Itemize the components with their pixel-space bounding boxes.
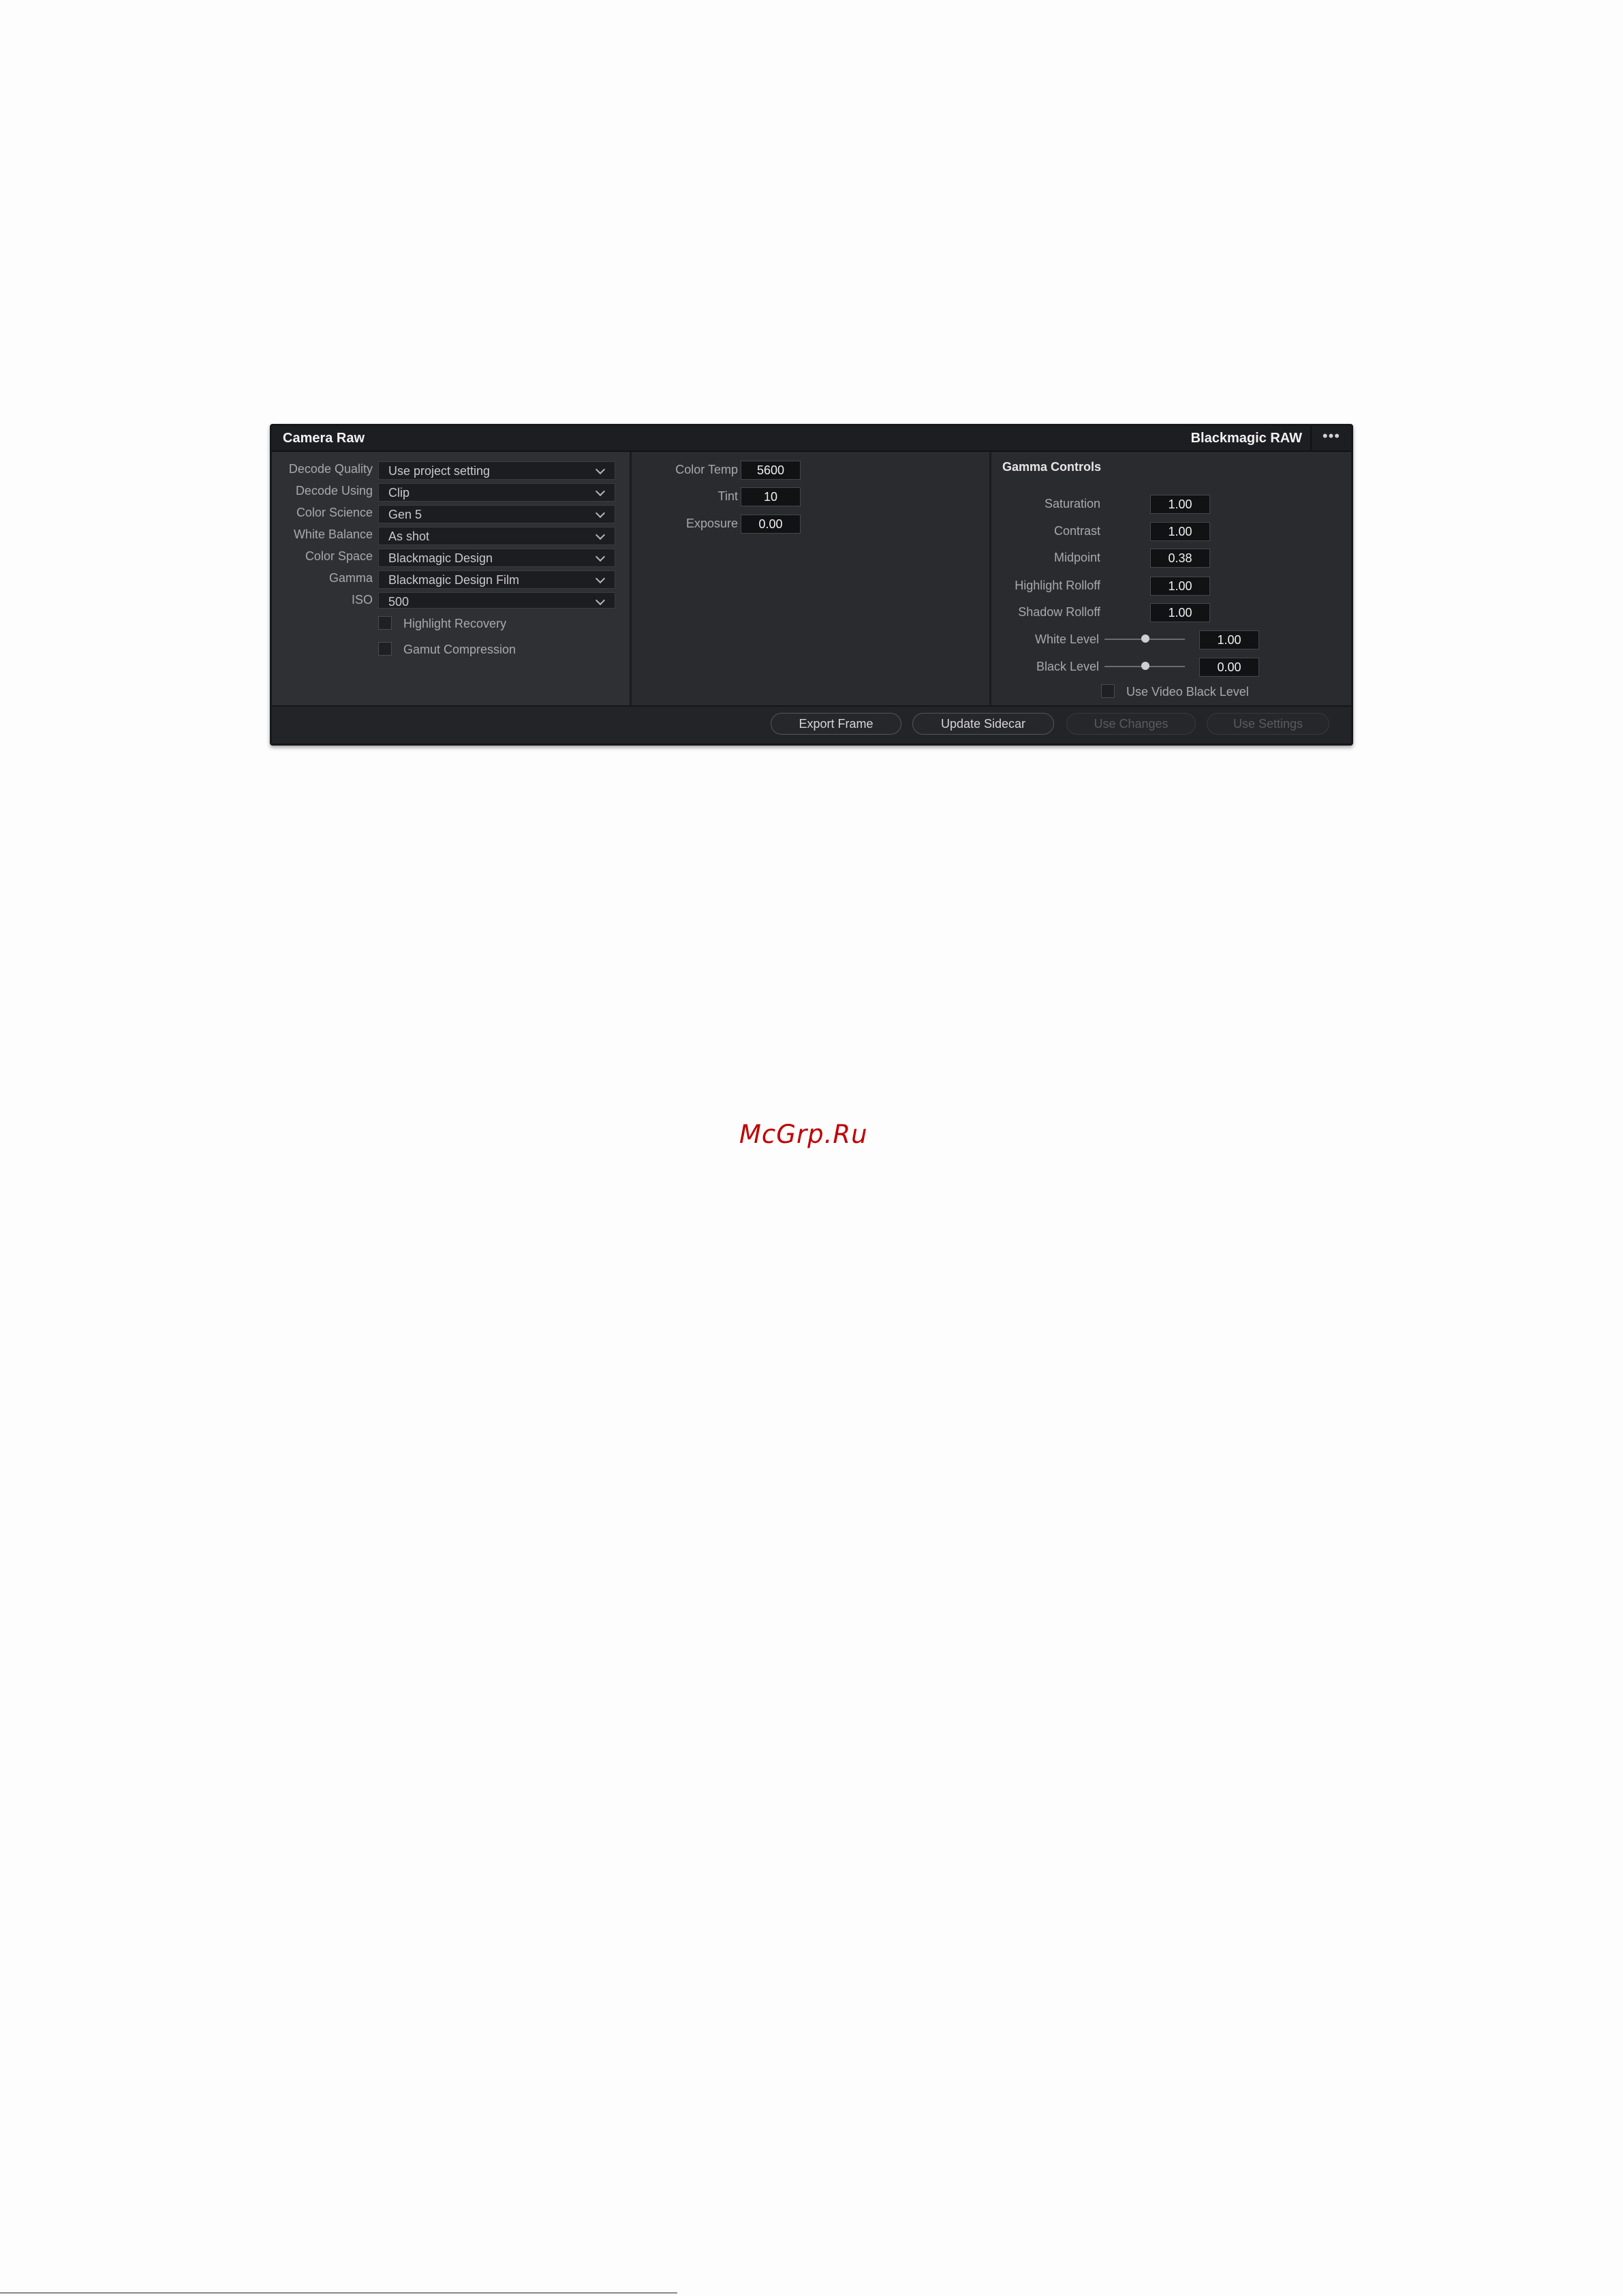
- gamma-dropdown[interactable]: Blackmagic Design Film: [378, 570, 615, 589]
- chevron-down-icon: [595, 551, 606, 562]
- highlight-rolloff-label: Highlight Rolloff: [1015, 579, 1100, 592]
- color-temp-label: Color Temp: [675, 463, 738, 476]
- chevron-down-icon: [595, 595, 606, 606]
- dropdown-value: As shot: [388, 530, 430, 543]
- iso-dropdown[interactable]: 500: [378, 592, 615, 609]
- panel-footer: Export Frame Update Sidecar Use Changes …: [272, 705, 1351, 744]
- white-level-label: White Level: [1034, 632, 1099, 646]
- white-balance-label: White Balance: [293, 527, 373, 541]
- decode-using-label: Decode Using: [295, 484, 373, 498]
- decode-using-dropdown[interactable]: Clip: [378, 483, 615, 502]
- color-science-dropdown[interactable]: Gen 5: [378, 505, 615, 523]
- highlight-rolloff-field[interactable]: 1.00: [1150, 577, 1210, 596]
- highlight-recovery-checkbox[interactable]: [378, 616, 392, 630]
- dropdown-value: Clip: [388, 486, 410, 500]
- more-options-icon[interactable]: •••: [1323, 427, 1340, 445]
- chevron-down-icon: [595, 508, 606, 519]
- watermark-text: McGrp.Ru: [739, 1120, 868, 1149]
- white-balance-dropdown[interactable]: As shot: [378, 527, 615, 545]
- saturation-field[interactable]: 1.00: [1150, 495, 1210, 514]
- export-frame-button[interactable]: Export Frame: [771, 713, 901, 735]
- decode-quality-dropdown[interactable]: Use project setting: [378, 461, 615, 480]
- panel-titlebar: Camera Raw Blackmagic RAW •••: [272, 426, 1351, 452]
- camera-raw-panel: Camera Raw Blackmagic RAW ••• Decode Qua…: [270, 424, 1353, 746]
- highlight-recovery-label: Highlight Recovery: [403, 617, 507, 630]
- midpoint-field[interactable]: 0.38: [1150, 549, 1210, 568]
- titlebar-divider: [1310, 426, 1312, 450]
- black-level-field[interactable]: 0.00: [1199, 658, 1259, 677]
- white-level-slider-handle[interactable]: [1141, 634, 1149, 643]
- black-level-label: Black Level: [1036, 660, 1099, 673]
- raw-format-label: Blackmagic RAW: [1190, 431, 1302, 446]
- dropdown-value: Gen 5: [388, 508, 422, 521]
- tint-label: Tint: [717, 489, 738, 503]
- decode-settings-column: Decode Quality Use project setting Decod…: [272, 452, 630, 705]
- use-changes-button[interactable]: Use Changes: [1066, 713, 1196, 735]
- use-settings-button[interactable]: Use Settings: [1207, 713, 1329, 735]
- dropdown-value: Blackmagic Design Film: [388, 573, 520, 587]
- color-space-label: Color Space: [305, 549, 373, 563]
- white-level-field[interactable]: 1.00: [1199, 630, 1259, 649]
- gamma-controls-column: Gamma Controls Saturation 1.00 Contrast …: [991, 452, 1351, 705]
- color-science-label: Color Science: [296, 506, 373, 519]
- decode-quality-label: Decode Quality: [288, 462, 373, 476]
- panel-content: Decode Quality Use project setting Decod…: [272, 452, 1351, 705]
- exposure-field[interactable]: 0.00: [741, 515, 801, 534]
- saturation-label: Saturation: [1044, 497, 1100, 510]
- contrast-label: Contrast: [1053, 524, 1100, 538]
- iso-label: ISO: [351, 593, 373, 607]
- contrast-field[interactable]: 1.00: [1150, 522, 1210, 541]
- black-level-slider-handle[interactable]: [1141, 662, 1149, 670]
- color-space-dropdown[interactable]: Blackmagic Design: [378, 549, 615, 567]
- chevron-down-icon: [595, 486, 606, 497]
- exposure-label: Exposure: [685, 517, 738, 530]
- color-temp-field[interactable]: 5600: [741, 461, 801, 480]
- dropdown-value: 500: [388, 595, 409, 609]
- color-adjust-column: Color Temp 5600 Tint 10 Exposure 0.00: [632, 452, 989, 705]
- chevron-down-icon: [595, 573, 606, 584]
- chevron-down-icon: [595, 530, 606, 540]
- shadow-rolloff-field[interactable]: 1.00: [1150, 603, 1210, 622]
- midpoint-label: Midpoint: [1053, 551, 1100, 564]
- use-video-black-level-checkbox[interactable]: [1101, 684, 1115, 698]
- shadow-rolloff-label: Shadow Rolloff: [1018, 605, 1100, 619]
- update-sidecar-button[interactable]: Update Sidecar: [912, 713, 1054, 735]
- dropdown-value: Blackmagic Design: [388, 551, 493, 565]
- panel-title: Camera Raw: [283, 431, 365, 446]
- tint-field[interactable]: 10: [741, 487, 801, 506]
- gamma-controls-title: Gamma Controls: [1002, 460, 1102, 474]
- use-video-black-level-label: Use Video Black Level: [1126, 685, 1249, 699]
- chevron-down-icon: [595, 464, 606, 475]
- dropdown-value: Use project setting: [388, 464, 491, 478]
- gamut-compression-checkbox[interactable]: [378, 642, 392, 656]
- gamma-label: Gamma: [328, 571, 373, 585]
- gamut-compression-label: Gamut Compression: [403, 643, 516, 656]
